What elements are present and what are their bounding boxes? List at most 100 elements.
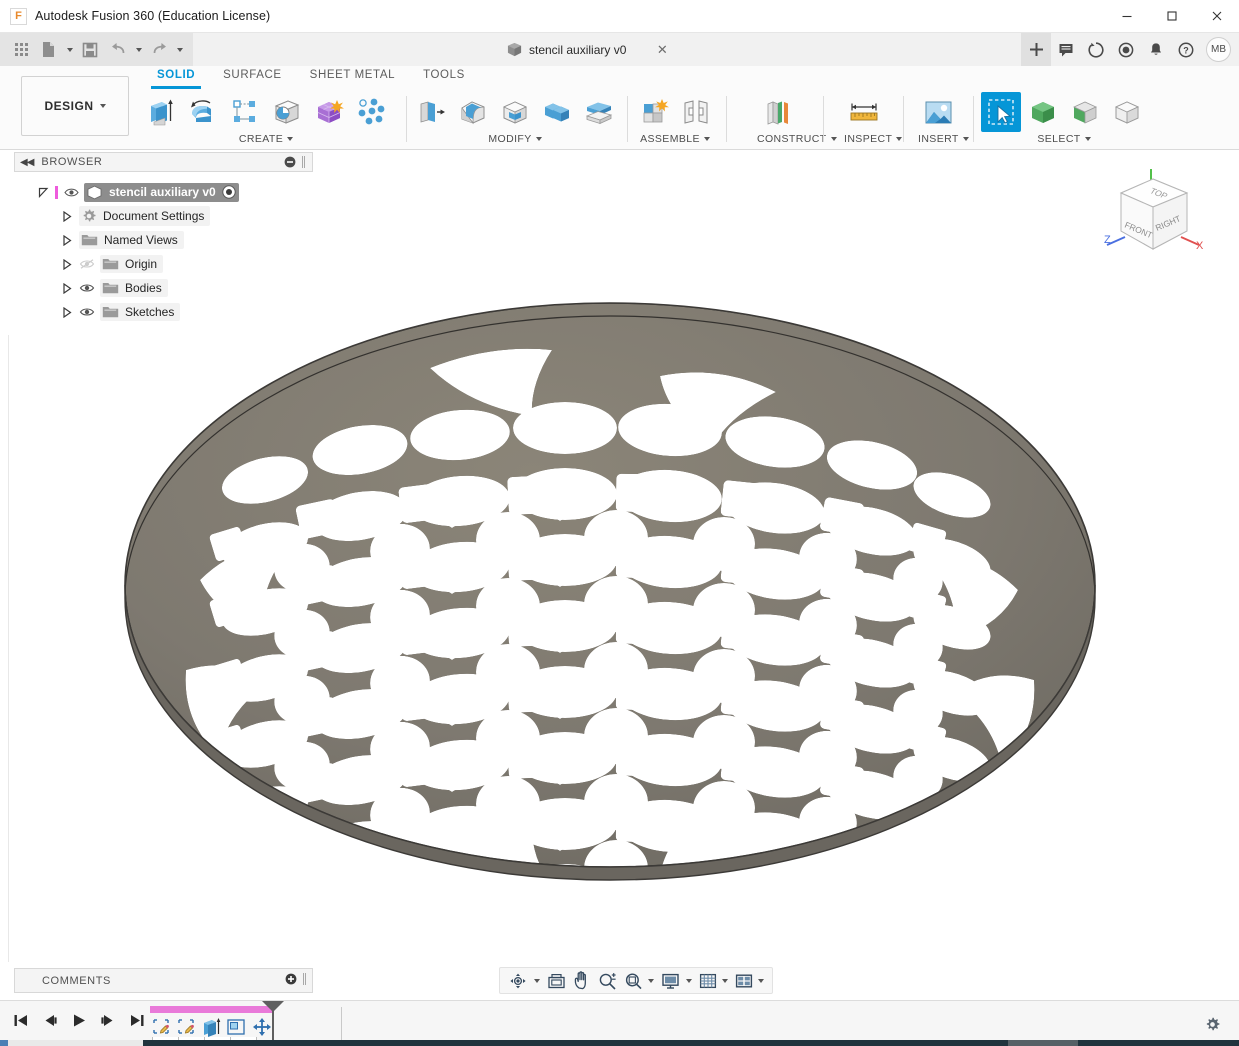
document-tab-close-icon[interactable]: ✕ bbox=[655, 42, 669, 58]
jump-to-beginning-icon[interactable] bbox=[12, 1010, 29, 1030]
pan-icon[interactable] bbox=[570, 969, 594, 992]
display-settings-dropdown-icon[interactable] bbox=[685, 979, 695, 983]
select-paint-icon[interactable] bbox=[1023, 92, 1063, 132]
maximize-button[interactable] bbox=[1149, 0, 1194, 33]
tree-node-document-settings[interactable]: Document Settings bbox=[14, 204, 313, 228]
root-expand-icon[interactable] bbox=[36, 187, 50, 198]
close-button[interactable] bbox=[1194, 0, 1239, 33]
root-row-content[interactable]: stencil auxiliary v0 bbox=[84, 183, 239, 202]
ribbon-group-construct-label[interactable]: CONSTRUCT bbox=[757, 132, 837, 146]
notifications-bell-icon[interactable] bbox=[1141, 33, 1171, 66]
ribbon-tab-tools[interactable]: TOOLS bbox=[409, 66, 479, 86]
view-cube[interactable]: Z X TOP FRONT RIGHT bbox=[1099, 165, 1209, 265]
step-forward-icon[interactable] bbox=[99, 1010, 116, 1030]
app-grid-icon[interactable] bbox=[8, 37, 34, 63]
timeline-feature-pattern[interactable] bbox=[225, 1015, 248, 1038]
document-tab[interactable]: stencil auxiliary v0 ✕ bbox=[497, 33, 677, 66]
orbit-dropdown-icon[interactable] bbox=[533, 979, 543, 983]
timeline-feature-move[interactable] bbox=[250, 1015, 273, 1038]
timeline-end-marker[interactable] bbox=[272, 1003, 274, 1041]
ribbon-tab-surface[interactable]: SURFACE bbox=[209, 66, 296, 86]
ribbon-group-create-label[interactable]: CREATE bbox=[141, 132, 391, 146]
add-tab-button[interactable] bbox=[1021, 33, 1051, 66]
ribbon-tab-solid[interactable]: SOLID bbox=[143, 66, 209, 86]
tree-node-named-views[interactable]: Named Views bbox=[14, 228, 313, 252]
create-form-icon[interactable] bbox=[309, 92, 349, 132]
sketches-expand-icon[interactable] bbox=[60, 307, 74, 318]
bodies-row-content[interactable]: Bodies bbox=[100, 279, 168, 297]
help-icon[interactable]: ? bbox=[1171, 33, 1201, 66]
origin-visibility-eye-icon[interactable] bbox=[79, 258, 95, 270]
extrude-icon[interactable] bbox=[141, 92, 181, 132]
origin-expand-icon[interactable] bbox=[60, 259, 74, 270]
undo-dropdown-icon[interactable] bbox=[133, 37, 144, 63]
shell-icon[interactable] bbox=[495, 92, 535, 132]
sketches-visibility-eye-icon[interactable] bbox=[79, 306, 95, 318]
timeline-feature-extrude[interactable] bbox=[200, 1015, 223, 1038]
orbit-icon[interactable] bbox=[505, 969, 532, 992]
redo-icon[interactable] bbox=[146, 37, 172, 63]
timeline-progress-bar[interactable] bbox=[150, 1006, 274, 1013]
ribbon-group-select-label[interactable]: SELECT bbox=[981, 132, 1147, 146]
tree-node-sketches[interactable]: Sketches bbox=[14, 300, 313, 324]
recent-activity-icon[interactable] bbox=[1111, 33, 1141, 66]
select-freeform-icon[interactable] bbox=[1065, 92, 1105, 132]
browser-collapse-icon[interactable]: ◀◀ bbox=[20, 157, 33, 168]
combine-icon[interactable] bbox=[537, 92, 577, 132]
bodies-visibility-eye-icon[interactable] bbox=[79, 282, 95, 294]
jump-to-end-icon[interactable] bbox=[128, 1010, 145, 1030]
offset-face-icon[interactable] bbox=[579, 92, 619, 132]
tree-node-root[interactable]: stencil auxiliary v0 bbox=[14, 180, 313, 204]
job-status-icon[interactable] bbox=[1081, 33, 1111, 66]
new-file-icon[interactable] bbox=[36, 37, 62, 63]
comments-add-icon[interactable] bbox=[285, 973, 297, 988]
settings-gear-icon[interactable] bbox=[1201, 1013, 1223, 1035]
offset-plane-icon[interactable] bbox=[757, 92, 797, 132]
tree-node-bodies[interactable]: Bodies bbox=[14, 276, 313, 300]
viewports-icon[interactable] bbox=[732, 969, 756, 992]
timeline-feature-sketch-2[interactable] bbox=[175, 1015, 198, 1038]
revolve-icon[interactable] bbox=[183, 92, 223, 132]
redo-dropdown-icon[interactable] bbox=[174, 37, 185, 63]
viewports-dropdown-icon[interactable] bbox=[757, 979, 767, 983]
comments-panel[interactable]: COMMENTS bbox=[14, 968, 313, 993]
fit-dropdown-icon[interactable] bbox=[647, 979, 657, 983]
ribbon-tab-sheet-metal[interactable]: SHEET METAL bbox=[296, 66, 409, 86]
insert-canvas-icon[interactable] bbox=[918, 92, 958, 132]
fillet-icon[interactable] bbox=[453, 92, 493, 132]
pattern-icon[interactable] bbox=[351, 92, 391, 132]
play-icon[interactable] bbox=[70, 1010, 87, 1030]
timeline-feature-sketch-1[interactable] bbox=[150, 1015, 173, 1038]
timeline-track[interactable] bbox=[150, 1006, 274, 1042]
fit-icon[interactable] bbox=[621, 969, 646, 992]
comments-resize-grip[interactable] bbox=[302, 973, 307, 988]
new-file-dropdown-icon[interactable] bbox=[64, 37, 75, 63]
grid-snap-icon[interactable] bbox=[696, 969, 720, 992]
ribbon-group-assemble-label[interactable]: ASSEMBLE bbox=[634, 132, 716, 146]
sketches-row-content[interactable]: Sketches bbox=[100, 303, 180, 321]
browser-minus-icon[interactable] bbox=[284, 156, 296, 168]
zoom-icon[interactable] bbox=[595, 969, 620, 992]
named-views-row-content[interactable]: Named Views bbox=[79, 231, 184, 249]
look-at-icon[interactable] bbox=[544, 969, 569, 992]
document-settings-expand-icon[interactable] bbox=[60, 211, 74, 222]
ribbon-group-modify-label[interactable]: MODIFY bbox=[411, 132, 619, 146]
user-avatar[interactable]: MB bbox=[1206, 37, 1231, 62]
save-icon[interactable] bbox=[77, 37, 103, 63]
create-sketch-icon[interactable] bbox=[225, 92, 265, 132]
new-component-icon[interactable] bbox=[634, 92, 674, 132]
measure-icon[interactable] bbox=[844, 92, 884, 132]
hole-icon[interactable] bbox=[267, 92, 307, 132]
minimize-button[interactable] bbox=[1104, 0, 1149, 33]
browser-resize-grip[interactable] bbox=[301, 156, 307, 169]
workspace-selector[interactable]: DESIGN bbox=[21, 76, 129, 136]
ribbon-group-insert-label[interactable]: INSERT bbox=[918, 132, 969, 146]
step-back-icon[interactable] bbox=[41, 1010, 58, 1030]
root-activate-icon[interactable] bbox=[222, 185, 236, 199]
tree-node-origin[interactable]: Origin bbox=[14, 252, 313, 276]
origin-row-content[interactable]: Origin bbox=[100, 255, 163, 273]
root-visibility-eye-icon[interactable] bbox=[63, 187, 79, 198]
document-settings-row-content[interactable]: Document Settings bbox=[79, 206, 210, 226]
press-pull-icon[interactable] bbox=[411, 92, 451, 132]
ribbon-group-inspect-label[interactable]: INSPECT bbox=[844, 132, 902, 146]
